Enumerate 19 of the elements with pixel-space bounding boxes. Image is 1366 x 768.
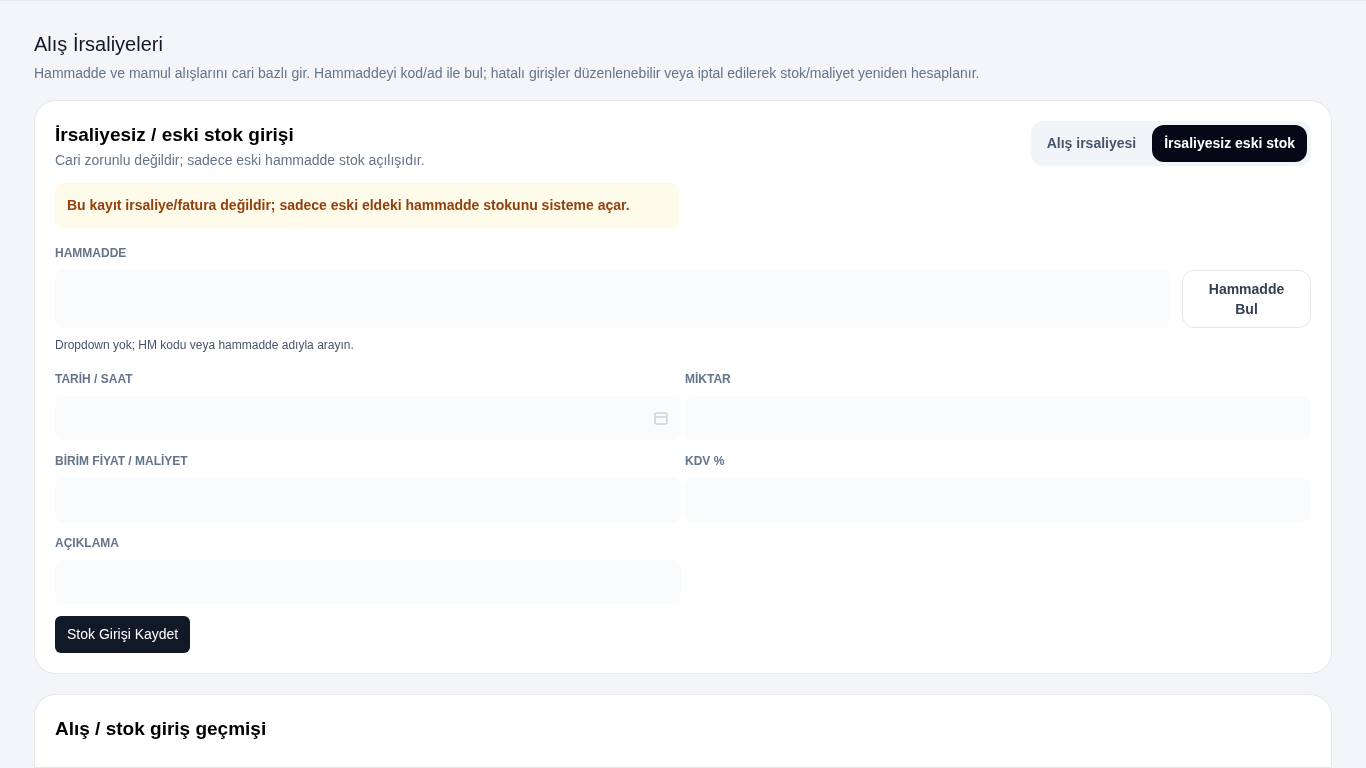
field-label: MİKTAR <box>685 370 732 388</box>
field-label: TARİH / SAAT <box>55 370 134 388</box>
card-title: Alış / stok giriş geçmişi <box>55 716 268 741</box>
save-button[interactable]: Stok Girişi Kaydet <box>55 615 191 653</box>
field-label: KDV % <box>685 452 726 470</box>
field-hint: Dropdown yok; HM kodu veya hammadde adıyla arayın. <box>55 336 355 354</box>
datetime-field[interactable] <box>55 395 681 440</box>
field-label: BİRİM FİYAT / MALİYET <box>55 452 189 470</box>
card-subtitle: Cari zorunlu değildir; sadece eski hammadde stok açılışıdır. <box>55 150 425 170</box>
tab[interactable]: Alış irsaliyesi <box>1034 125 1149 162</box>
field-label: AÇIKLAMA <box>55 534 120 552</box>
page-subtitle: Hammadde ve mamul alışlarını cari bazlı gir. Hammaddeyi kod/ad ile bul; hatalı girişler düzenlenebilir veya iptal edilerek stok/maliyet yeniden hesaplanır. <box>34 64 981 83</box>
field-label: HAMMADDE <box>55 244 128 262</box>
notice-banner: Bu kayıt irsaliye/fatura değildir; sadece eski eldeki hammadde stokunu sisteme açar. <box>55 182 679 228</box>
page-title: Alış İrsaliyeleri <box>34 32 164 57</box>
calendar-icon <box>653 409 669 426</box>
card-title: İrsaliyesiz / eski stok girişi <box>55 123 295 147</box>
tab[interactable]: İrsaliyesiz eski stok <box>1152 125 1307 162</box>
find-material-button[interactable]: Hammadde Bul <box>1182 269 1311 328</box>
